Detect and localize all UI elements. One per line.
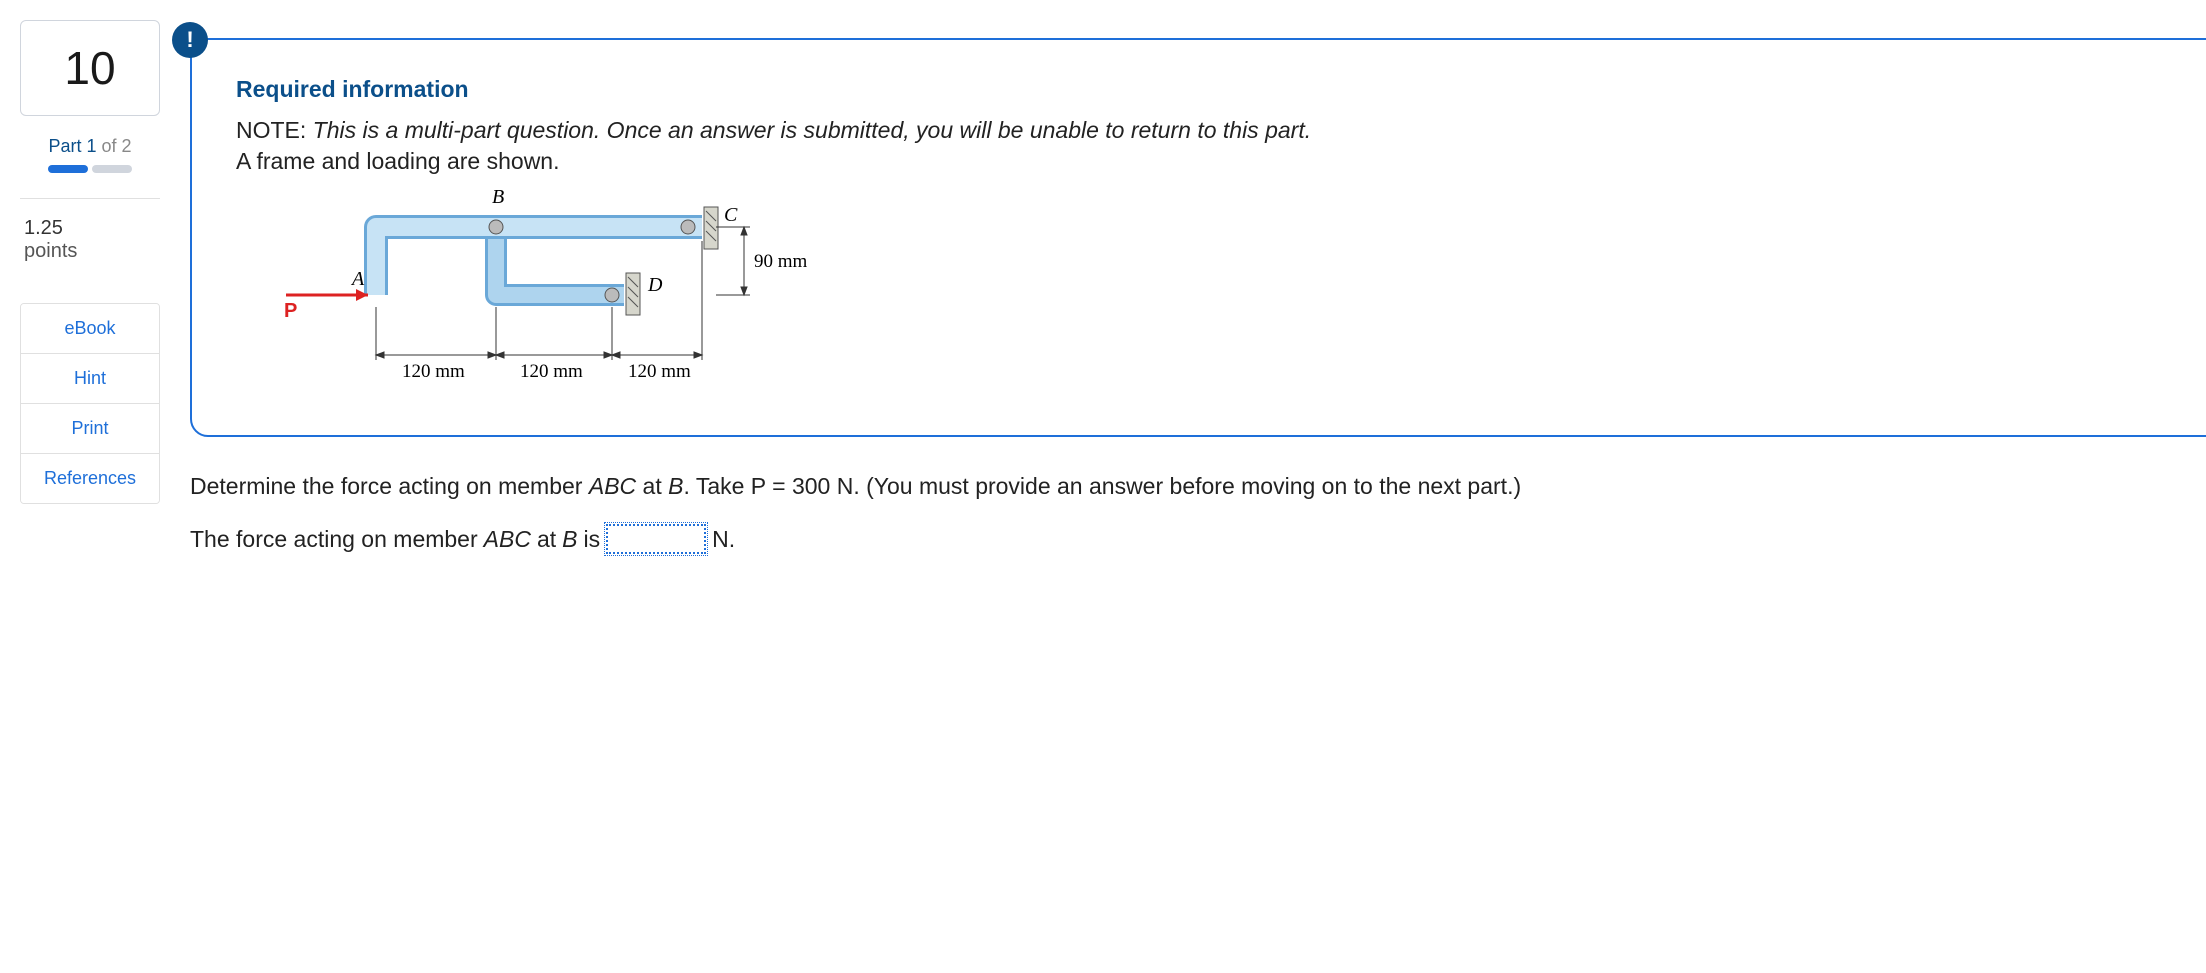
alert-icon: ! xyxy=(172,22,208,58)
prompt-abc: ABC xyxy=(589,473,636,499)
answer-mid: at xyxy=(537,526,556,553)
required-info-box: Required information NOTE: This is a mul… xyxy=(190,38,2206,437)
answer-unit: N. xyxy=(712,526,735,553)
frame-diagram: A B C D P 120 mm 120 mm 120 mm 90 mm xyxy=(256,185,816,405)
prompt-b: B xyxy=(668,473,683,499)
note-text: This is a multi-part question. Once an a… xyxy=(313,117,1311,143)
answer-input[interactable] xyxy=(606,524,706,554)
diagram-label-a: A xyxy=(350,268,365,290)
points-label: points xyxy=(20,240,160,263)
diagram-label-p: P xyxy=(284,300,297,322)
main-content: ! Required information NOTE: This is a m… xyxy=(190,20,2206,554)
question-number-box: 10 xyxy=(20,20,160,116)
answer-pre: The force acting on member xyxy=(190,526,478,553)
part-current: Part 1 xyxy=(48,136,96,156)
diagram-dim-1: 120 mm xyxy=(402,361,465,382)
diagram-dim-2: 120 mm xyxy=(520,361,583,382)
question-prompt: Determine the force acting on member ABC… xyxy=(190,473,2206,500)
prompt-post: . Take P = 300 N. (You must provide an a… xyxy=(683,473,1521,499)
sidebar: 10 Part 1 of 2 1.25 points eBook Hint Pr… xyxy=(20,20,160,554)
prompt-pre: Determine the force acting on member xyxy=(190,473,589,499)
prompt-mid: at xyxy=(636,473,668,499)
points-value: 1.25 xyxy=(20,217,160,240)
page-container: 10 Part 1 of 2 1.25 points eBook Hint Pr… xyxy=(20,20,2206,554)
frame-text: A frame and loading are shown. xyxy=(236,148,2180,175)
sidebar-link-references[interactable]: References xyxy=(21,454,159,503)
diagram-dim-3: 120 mm xyxy=(628,361,691,382)
progress-seg-2 xyxy=(92,165,132,173)
required-heading: Required information xyxy=(236,76,2180,103)
answer-b: B xyxy=(562,526,577,553)
sidebar-links: eBook Hint Print References xyxy=(20,303,160,504)
progress-bar xyxy=(20,165,160,173)
diagram-label-b: B xyxy=(492,186,504,208)
answer-line: The force acting on member ABC at B is N… xyxy=(190,524,2206,554)
part-total: of 2 xyxy=(97,136,132,156)
divider xyxy=(20,198,160,199)
note-label: NOTE: xyxy=(236,117,313,143)
diagram-label-c: C xyxy=(724,204,738,226)
part-label: Part 1 of 2 xyxy=(20,136,160,157)
diagram-label-d: D xyxy=(647,274,663,296)
diagram-dim-v: 90 mm xyxy=(754,251,808,272)
sidebar-link-ebook[interactable]: eBook xyxy=(21,304,159,354)
sidebar-link-hint[interactable]: Hint xyxy=(21,354,159,404)
progress-seg-1 xyxy=(48,165,88,173)
sidebar-link-print[interactable]: Print xyxy=(21,404,159,454)
note-line: NOTE: This is a multi-part question. Onc… xyxy=(236,117,2180,144)
answer-abc: ABC xyxy=(484,526,531,553)
question-body: Determine the force acting on member ABC… xyxy=(190,449,2206,554)
answer-post: is xyxy=(583,526,600,553)
